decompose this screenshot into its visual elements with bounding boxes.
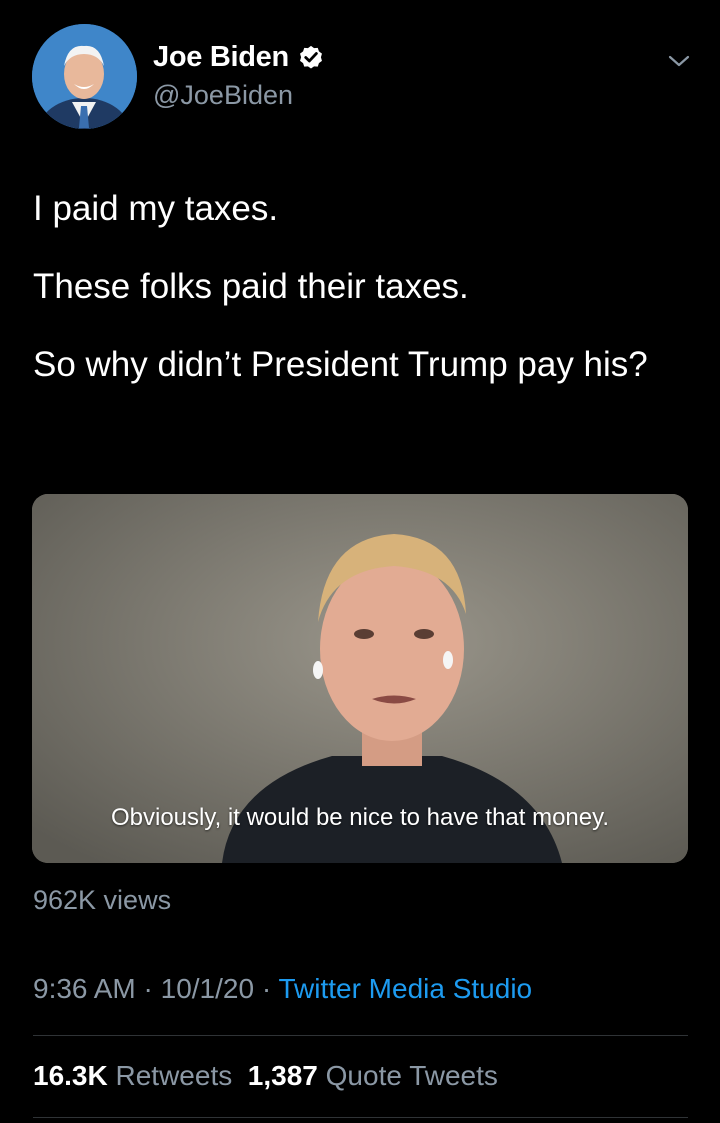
user-handle[interactable]: @JoeBiden [153, 80, 293, 111]
chevron-down-icon[interactable] [664, 46, 694, 76]
quotes-label: Quote Tweets [325, 1060, 498, 1091]
video-player[interactable]: Obviously, it would be nice to have that… [32, 494, 688, 863]
view-count: 962K views [33, 885, 172, 915]
tweet-date: 10/1/20 [160, 973, 255, 1004]
video-caption: Obviously, it would be nice to have that… [110, 804, 610, 831]
retweets-stat[interactable]: 16.3K Retweets [33, 1060, 232, 1091]
author-name-row[interactable]: Joe Biden [153, 40, 325, 74]
divider [33, 1117, 688, 1118]
tweet-paragraph: These folks paid their taxes. [33, 267, 469, 306]
tweet-time: 9:36 AM [33, 973, 136, 1004]
engagement-stats: 16.3K Retweets 1,387 Quote Tweets [33, 1060, 498, 1092]
verified-badge-icon [299, 45, 322, 69]
meta-separator: · [254, 973, 279, 1004]
tweet-meta: 9:36 AM · 10/1/20 · Twitter Media Studio [33, 973, 532, 1005]
avatar[interactable] [32, 24, 137, 129]
tweet-paragraph: I paid my taxes. [33, 189, 279, 228]
source-link[interactable]: Twitter Media Studio [278, 973, 532, 1004]
profile-photo [32, 24, 137, 129]
quote-tweets-stat[interactable]: 1,387 Quote Tweets [248, 1060, 498, 1091]
retweets-count: 16.3K [33, 1060, 108, 1091]
quotes-count: 1,387 [247, 1060, 318, 1091]
display-name[interactable]: Joe Biden [153, 41, 289, 74]
tweet-paragraph: So why didn’t President Trump pay his? [33, 345, 648, 384]
divider [33, 1035, 688, 1036]
retweets-label: Retweets [115, 1060, 233, 1091]
meta-separator: · [135, 973, 161, 1004]
